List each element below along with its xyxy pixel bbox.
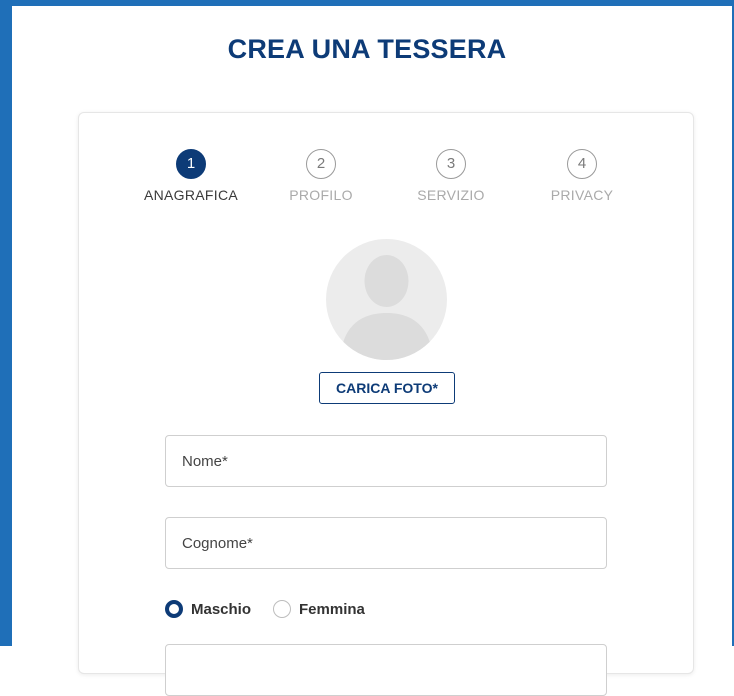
step-profilo[interactable]: 2 PROFILO [261,149,381,203]
page-title: CREA UNA TESSERA [227,34,507,64]
page: CREA UNA TESSERA 1 ANAGRAFICA 2 PROFILO … [12,6,732,696]
avatar-placeholder [326,239,447,360]
registration-card: 1 ANAGRAFICA 2 PROFILO 3 SERVIZIO 4 PRIV… [78,112,694,696]
gender-option-maschio[interactable]: Maschio [165,600,251,618]
radio-label: Maschio [191,600,252,618]
step-number: 3 [436,149,466,179]
stepper: 1 ANAGRAFICA 2 PROFILO 3 SERVIZIO 4 PRIV… [79,149,693,209]
upload-photo-button[interactable]: CARICA FOTO* [319,372,455,404]
step-label: PROFILO [289,187,353,203]
step-anagrafica[interactable]: 1 ANAGRAFICA [131,149,251,203]
radio-unchecked-icon[interactable] [273,600,292,618]
user-silhouette-icon [340,255,433,360]
step-number: 2 [306,149,336,179]
step-label: SERVIZIO [417,187,485,203]
first-name-input[interactable] [165,435,607,487]
step-label: ANAGRAFICA [143,187,238,203]
step-label: PRIVACY [550,187,614,203]
window-frame-left [0,0,12,646]
step-servizio[interactable]: 3 SERVIZIO [391,149,511,203]
radio-label: Femmina [299,600,365,618]
last-name-input[interactable] [165,517,607,569]
next-field-input[interactable] [165,644,607,696]
step-privacy[interactable]: 4 PRIVACY [522,149,642,203]
step-number: 1 [176,149,206,179]
radio-checked-icon[interactable] [165,600,183,618]
step-number: 4 [567,149,597,179]
gender-option-femmina[interactable]: Femmina [273,600,365,618]
gender-radio-group: Maschio Femmina [165,598,387,620]
